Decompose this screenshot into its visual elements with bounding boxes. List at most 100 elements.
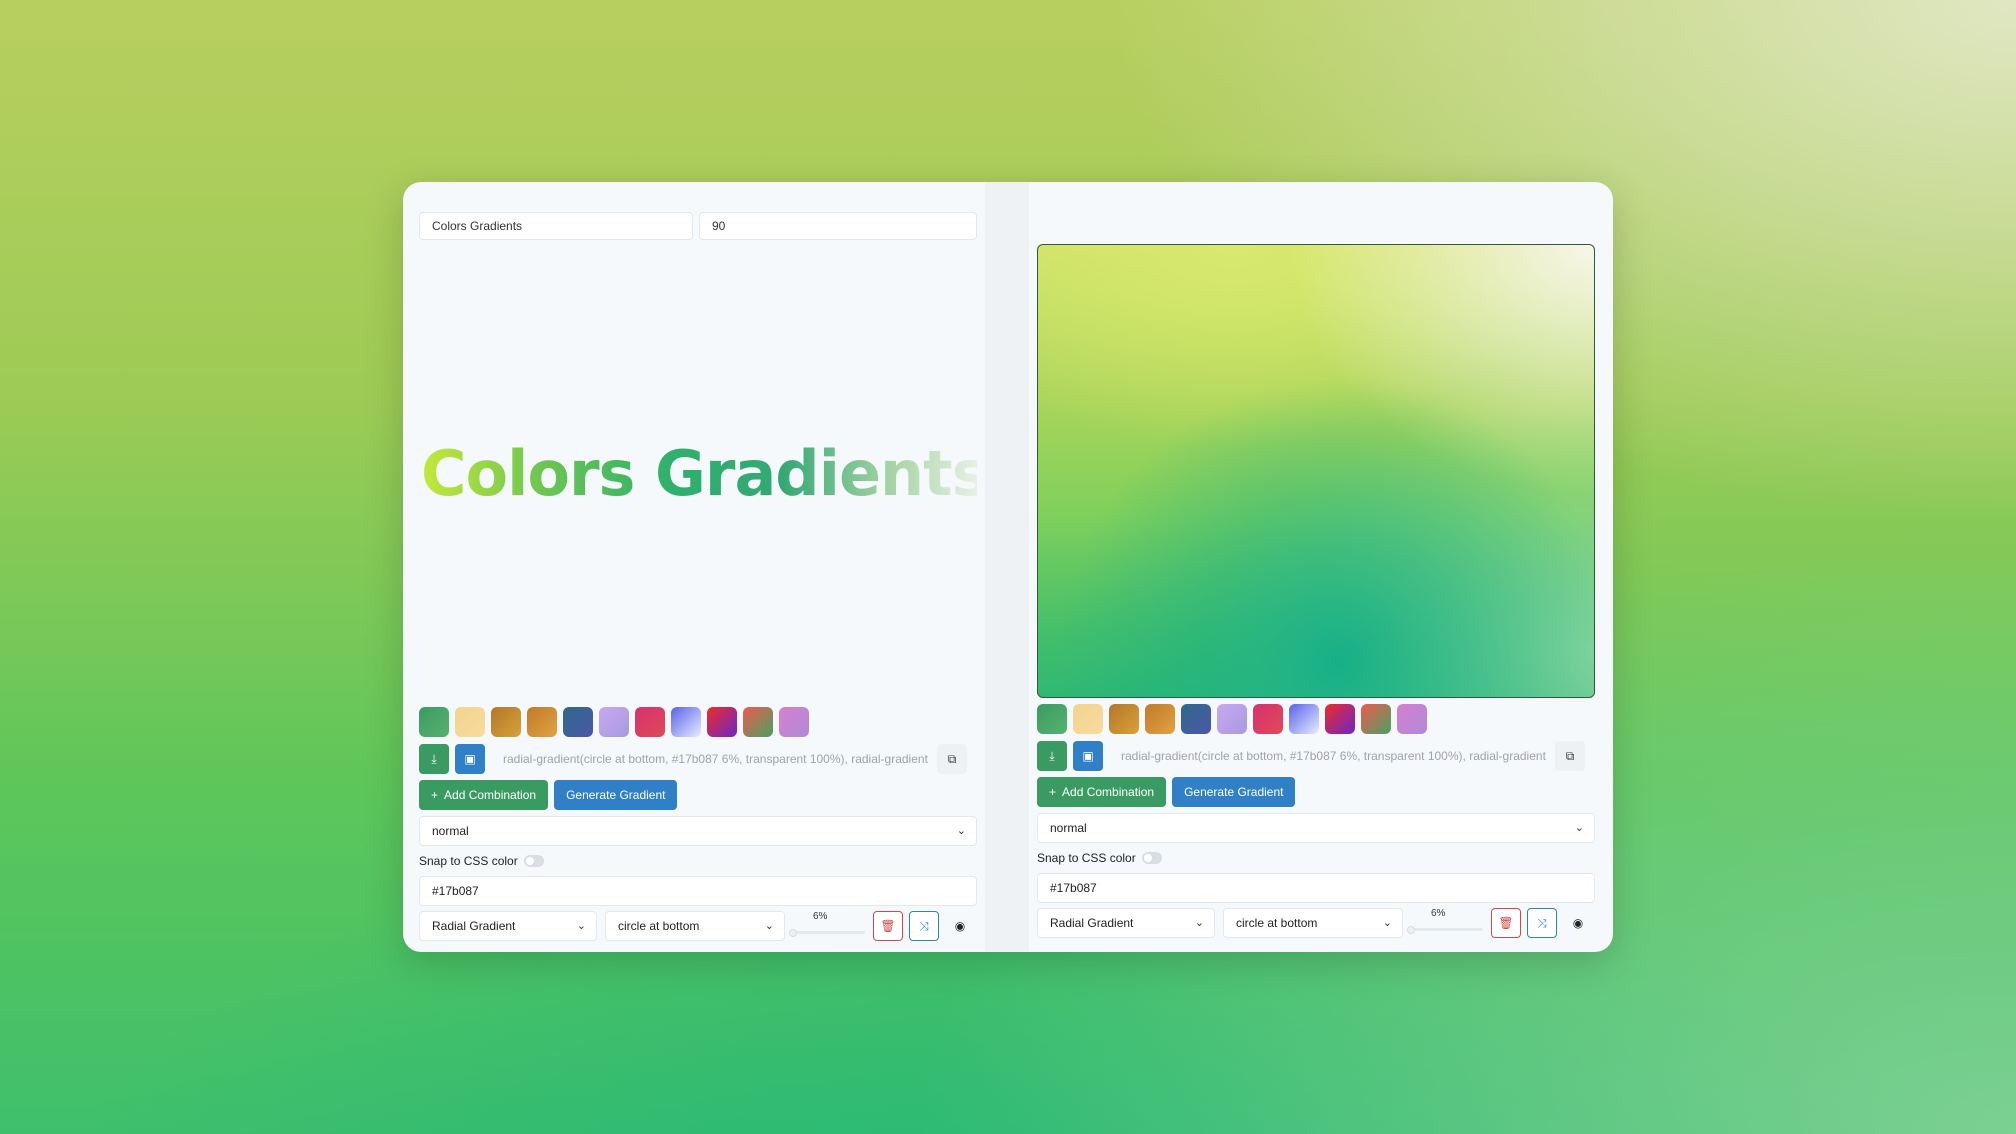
slider-thumb[interactable]	[789, 929, 797, 937]
preset-swatch[interactable]	[527, 707, 557, 737]
delete-stop-button[interactable]: 🗑	[873, 911, 903, 941]
preset-swatch[interactable]	[743, 707, 773, 737]
shuffle-button[interactable]: ⤨	[909, 911, 939, 941]
preset-swatch[interactable]	[1397, 704, 1427, 734]
snap-row: Snap to CSS color	[1037, 851, 1162, 865]
save-button[interactable]: ▣	[1073, 741, 1103, 771]
shuffle-icon: ⤨	[919, 918, 929, 933]
preset-swatch[interactable]	[1073, 704, 1103, 734]
copy-icon: ⧉	[947, 751, 957, 766]
generate-gradient-button[interactable]: Generate Gradient	[1172, 777, 1296, 807]
download-icon: ⤓	[1049, 748, 1055, 763]
preset-swatch[interactable]	[1217, 704, 1247, 734]
app-window: Colors Gradients 90 Colors Gradients ⤓ ▣…	[403, 182, 1613, 952]
gradient-type-select[interactable]: Radial Gradient ⌄	[1037, 908, 1215, 938]
css-output[interactable]: radial-gradient(circle at bottom, #17b08…	[1109, 741, 1555, 771]
angle-input[interactable]: 90	[699, 212, 977, 240]
slider-track[interactable]	[1411, 928, 1483, 931]
plus-icon: +	[1049, 785, 1057, 799]
copy-button[interactable]: ⧉	[937, 744, 967, 774]
preset-swatches	[419, 707, 809, 737]
export-toolbar: ⤓ ▣ radial-gradient(circle at bottom, #1…	[1037, 741, 1585, 771]
preset-swatches	[1037, 704, 1427, 734]
snap-row: Snap to CSS color	[419, 854, 544, 868]
preset-swatch[interactable]	[1361, 704, 1391, 734]
stop-slider[interactable]: 6%	[1407, 908, 1485, 938]
stop-slider[interactable]: 6%	[789, 911, 867, 941]
add-combination-button[interactable]: + Add Combination	[419, 780, 549, 810]
copy-icon: ⧉	[1565, 748, 1575, 763]
eye-icon: ◉	[1572, 916, 1584, 930]
preset-swatch[interactable]	[707, 707, 737, 737]
preset-swatch[interactable]	[1253, 704, 1283, 734]
visibility-button[interactable]: ◉	[1563, 908, 1593, 938]
preset-swatch[interactable]	[779, 707, 809, 737]
gradient-position-select[interactable]: circle at bottom ⌄	[1223, 908, 1403, 938]
plus-icon: +	[431, 788, 439, 802]
preset-swatch[interactable]	[1109, 704, 1139, 734]
add-combination-label: Add Combination	[444, 788, 537, 802]
gradient-position-value: circle at bottom	[618, 919, 700, 933]
panel-divider[interactable]	[985, 182, 1029, 952]
css-output[interactable]: radial-gradient(circle at bottom, #17b08…	[491, 744, 937, 774]
stop-controls: Radial Gradient ⌄ circle at bottom ⌄ 6% …	[419, 911, 981, 941]
slider-thumb[interactable]	[1407, 926, 1415, 934]
save-button[interactable]: ▣	[455, 744, 485, 774]
gradient-type-value: Radial Gradient	[432, 919, 516, 933]
save-icon: ▣	[464, 752, 476, 766]
stop-controls: Radial Gradient ⌄ circle at bottom ⌄ 6% …	[1037, 908, 1599, 938]
color-input[interactable]: #17b087	[1037, 873, 1595, 903]
gradient-preview	[1037, 244, 1595, 698]
chevron-down-icon: ⌄	[1382, 917, 1392, 929]
save-icon: ▣	[1082, 749, 1094, 763]
slider-track[interactable]	[793, 931, 865, 934]
snap-toggle[interactable]	[1141, 852, 1162, 864]
trash-icon: 🗑	[880, 919, 896, 933]
shuffle-button[interactable]: ⤨	[1527, 908, 1557, 938]
snap-label: Snap to CSS color	[1037, 851, 1136, 865]
add-combination-button[interactable]: + Add Combination	[1037, 777, 1167, 807]
gradient-position-select[interactable]: circle at bottom ⌄	[605, 911, 785, 941]
preset-swatch[interactable]	[455, 707, 485, 737]
export-toolbar: ⤓ ▣ radial-gradient(circle at bottom, #1…	[419, 744, 967, 774]
chevron-down-icon: ⌄	[956, 825, 966, 837]
shuffle-icon: ⤨	[1537, 915, 1547, 930]
preset-swatch[interactable]	[1181, 704, 1211, 734]
chevron-down-icon: ⌄	[576, 920, 586, 932]
right-panel: ⤓ ▣ radial-gradient(circle at bottom, #1…	[1037, 182, 1595, 952]
blend-mode-value: normal	[432, 824, 469, 838]
action-buttons: + Add Combination Generate Gradient	[1037, 777, 1296, 807]
gradient-type-select[interactable]: Radial Gradient ⌄	[419, 911, 597, 941]
trash-icon: 🗑	[1498, 916, 1514, 930]
download-button[interactable]: ⤓	[1037, 741, 1067, 771]
preset-swatch[interactable]	[635, 707, 665, 737]
chevron-down-icon: ⌄	[1574, 822, 1584, 834]
visibility-button[interactable]: ◉	[945, 911, 975, 941]
preset-swatch[interactable]	[671, 707, 701, 737]
copy-button[interactable]: ⧉	[1555, 741, 1585, 771]
add-combination-label: Add Combination	[1062, 785, 1155, 799]
stop-percent: 6%	[1431, 908, 1446, 919]
preset-swatch[interactable]	[1325, 704, 1355, 734]
preset-swatch[interactable]	[491, 707, 521, 737]
action-buttons: + Add Combination Generate Gradient	[419, 780, 678, 810]
preset-swatch[interactable]	[1037, 704, 1067, 734]
preset-swatch[interactable]	[1289, 704, 1319, 734]
preset-swatch[interactable]	[599, 707, 629, 737]
blend-mode-select[interactable]: normal ⌄	[419, 816, 977, 846]
snap-toggle[interactable]	[523, 855, 544, 867]
delete-stop-button[interactable]: 🗑	[1491, 908, 1521, 938]
gradient-position-value: circle at bottom	[1236, 916, 1318, 930]
blend-mode-value: normal	[1050, 821, 1087, 835]
preset-swatch[interactable]	[1145, 704, 1175, 734]
title-input[interactable]: Colors Gradients	[419, 212, 693, 240]
download-icon: ⤓	[431, 751, 437, 766]
preset-swatch[interactable]	[419, 707, 449, 737]
preset-swatch[interactable]	[563, 707, 593, 737]
blend-mode-select[interactable]: normal ⌄	[1037, 813, 1595, 843]
left-panel: Colors Gradients 90 Colors Gradients ⤓ ▣…	[419, 182, 977, 952]
generate-gradient-button[interactable]: Generate Gradient	[554, 780, 678, 810]
download-button[interactable]: ⤓	[419, 744, 449, 774]
stop-percent: 6%	[813, 911, 828, 922]
color-input[interactable]: #17b087	[419, 876, 977, 906]
